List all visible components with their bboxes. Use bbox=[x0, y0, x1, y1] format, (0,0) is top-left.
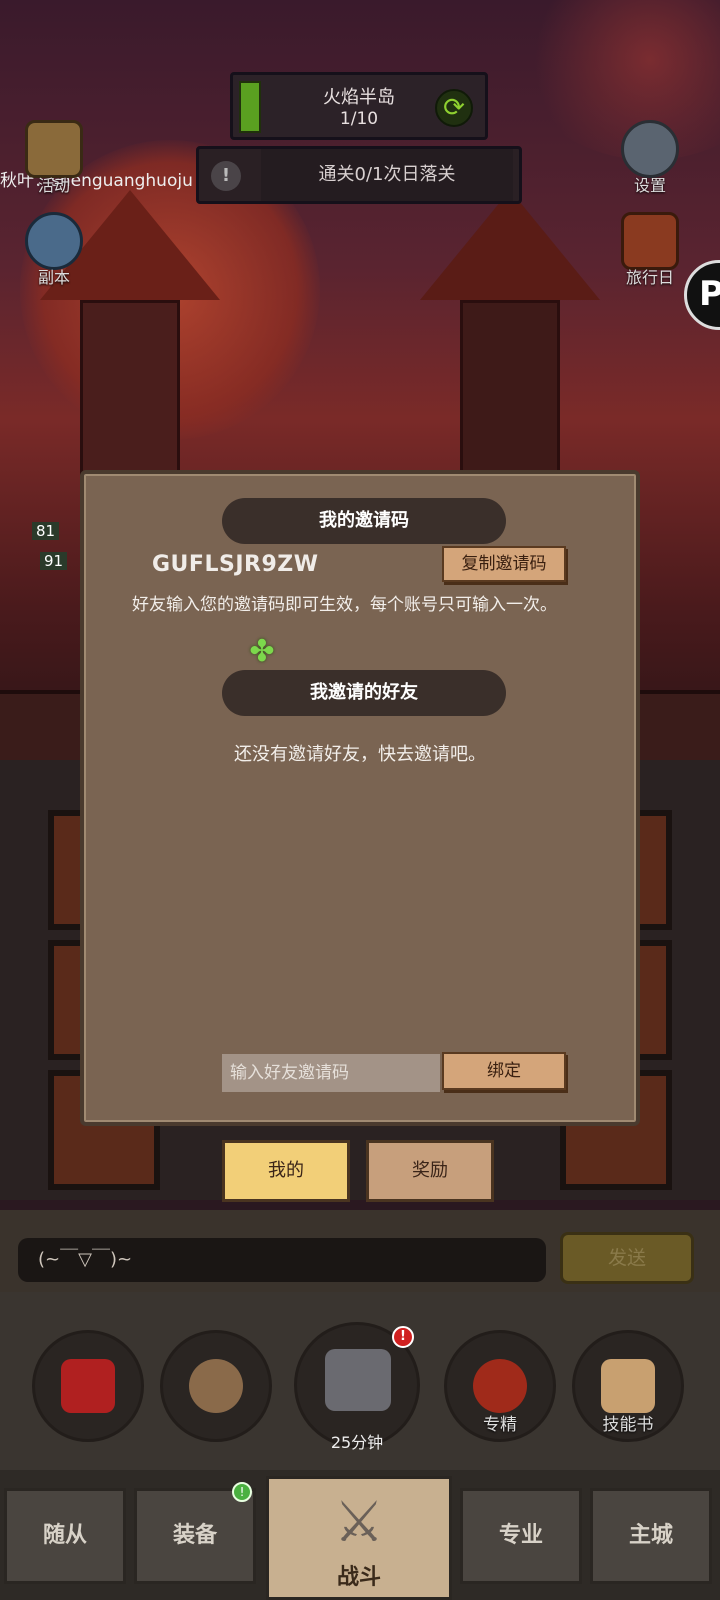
bread-icon bbox=[189, 1359, 243, 1413]
friend-code-input[interactable] bbox=[222, 1054, 440, 1092]
tab-mine[interactable]: 我的 bbox=[222, 1140, 350, 1202]
crossed-swords-icon: ⚔ bbox=[333, 1490, 385, 1555]
info-icon[interactable]: ! bbox=[211, 161, 241, 191]
journal-label: 旅行日 bbox=[625, 268, 674, 287]
dungeon-label: 副本 bbox=[37, 268, 70, 287]
send-button[interactable]: 发送 bbox=[560, 1232, 694, 1284]
chest-timer: 25分钟 bbox=[330, 1433, 384, 1452]
gear-icon bbox=[621, 120, 679, 178]
scroll-icon bbox=[25, 120, 83, 178]
settings-label: 设置 bbox=[633, 176, 666, 195]
clover-icon: ✤ bbox=[249, 634, 275, 669]
stage-info[interactable]: 火焰半岛 1/10 ⟳ bbox=[230, 72, 488, 140]
mastery-label: 专精 bbox=[483, 1415, 517, 1435]
activity-label: 活动 bbox=[37, 176, 70, 195]
empty-friends-text: 还没有邀请好友，快去邀请吧。 bbox=[234, 744, 486, 765]
chest-icon bbox=[325, 1349, 391, 1411]
chat-input[interactable]: (~￣▽￣)~ bbox=[18, 1238, 546, 1282]
chest-alert-badge: ! bbox=[392, 1326, 414, 1348]
tab-rewards[interactable]: 奖励 bbox=[366, 1140, 494, 1202]
refresh-icon[interactable]: ⟳ bbox=[435, 89, 473, 127]
settings-button[interactable]: 设置 bbox=[610, 120, 690, 196]
nav-main-city[interactable]: 主城 bbox=[590, 1488, 712, 1584]
level-badge: 91 bbox=[40, 552, 68, 570]
skillbook-icon bbox=[601, 1359, 655, 1413]
bind-button[interactable]: 绑定 bbox=[442, 1052, 566, 1090]
nav-followers[interactable]: 随从 bbox=[4, 1488, 126, 1584]
level-badge: 81 bbox=[32, 522, 60, 540]
friends-title: 我邀请的好友 bbox=[222, 670, 506, 716]
portal-icon bbox=[25, 212, 83, 270]
status-text: 通关0/1次日落关 bbox=[261, 149, 513, 201]
potion-button[interactable] bbox=[32, 1330, 144, 1442]
nav-profession[interactable]: 专业 bbox=[460, 1488, 582, 1584]
mastery-button[interactable]: 专精 bbox=[444, 1330, 556, 1442]
nav-battle-label: 战斗 bbox=[336, 1565, 381, 1590]
journal-button[interactable]: 旅行日 bbox=[610, 212, 690, 288]
invite-description: 好友输入您的邀请码即可生效，每个账号只可输入一次。 bbox=[132, 595, 557, 615]
skillbook-button[interactable]: 技能书 bbox=[572, 1330, 684, 1442]
activity-button[interactable]: 活动 bbox=[14, 120, 94, 196]
nav-battle[interactable]: ⚔ 战斗 bbox=[266, 1476, 452, 1600]
invite-modal: 我的邀请码 GUFLSJR9ZW 复制邀请码 好友输入您的邀请码即可生效，每个账… bbox=[80, 470, 640, 1126]
skillbook-label: 技能书 bbox=[602, 1415, 654, 1435]
status-row: ! 通关0/1次日落关 bbox=[196, 146, 522, 204]
tower-roof-right bbox=[420, 190, 600, 300]
invite-code: GUFLSJR9ZW bbox=[152, 552, 319, 577]
food-button[interactable] bbox=[160, 1330, 272, 1442]
potion-icon bbox=[61, 1359, 115, 1413]
equipment-badge: ! bbox=[232, 1482, 252, 1502]
dungeon-button[interactable]: 副本 bbox=[14, 212, 94, 288]
book-icon bbox=[621, 212, 679, 270]
copy-code-button[interactable]: 复制邀请码 bbox=[442, 546, 566, 582]
nav-equipment[interactable]: 装备 bbox=[134, 1488, 256, 1584]
my-code-title: 我的邀请码 bbox=[222, 498, 506, 544]
mastery-icon bbox=[473, 1359, 527, 1413]
